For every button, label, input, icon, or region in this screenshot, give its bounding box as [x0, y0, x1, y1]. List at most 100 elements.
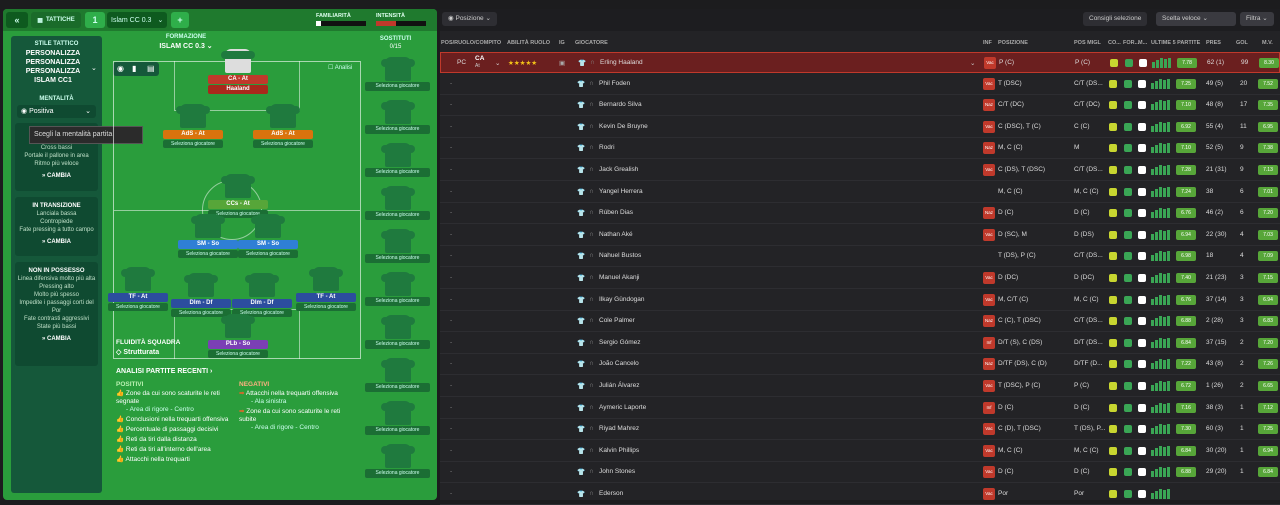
- table-row[interactable]: PC CA At ⌄ ★★★★★ ▣ ⌄ 👕 ∩ Erling Haaland Vac P (C) P …: [440, 52, 1280, 73]
- role-code[interactable]: CA: [475, 55, 484, 62]
- player-name[interactable]: Rúben Dias: [599, 209, 633, 216]
- player-name[interactable]: Phil Foden: [599, 80, 630, 87]
- position-dr[interactable]: TF - At Seleziona giocatore: [296, 267, 356, 311]
- player-name[interactable]: Nathan Aké: [599, 231, 633, 238]
- chevron-down-icon[interactable]: ⌄: [91, 64, 97, 72]
- player-name[interactable]: Manuel Akanji: [599, 274, 639, 281]
- sub-slot[interactable]: Seleziona giocatore: [365, 315, 430, 349]
- table-row[interactable]: - 👕 ∩ Riyad Mahrez Vac C (D), T (DSC) T (DS), …: [440, 419, 1280, 441]
- filter-button[interactable]: Filtra ⌄: [1240, 12, 1274, 26]
- select-player[interactable]: Seleziona giocatore: [163, 140, 223, 148]
- sub-slot[interactable]: Seleziona giocatore: [365, 272, 430, 306]
- sub-slot[interactable]: Seleziona giocatore: [365, 229, 430, 263]
- table-row[interactable]: - 👕 ∩ Cole Palmer Naz C (C), T (DSC) C/T (DS..…: [440, 311, 1280, 333]
- select-player[interactable]: Seleziona giocatore: [365, 469, 430, 478]
- tactic-number[interactable]: 1: [85, 12, 105, 28]
- position-dcr[interactable]: Dlm - Df Seleziona giocatore: [232, 273, 292, 317]
- select-player[interactable]: Seleziona giocatore: [238, 250, 298, 258]
- sub-slot[interactable]: Seleziona giocatore: [365, 186, 430, 220]
- position-st[interactable]: CA - At Haaland: [208, 49, 268, 94]
- sub-slot[interactable]: Seleziona giocatore: [365, 401, 430, 435]
- info-icon[interactable]: ▣: [559, 59, 565, 67]
- col-header[interactable]: M...: [1138, 40, 1147, 46]
- chevron-down-icon[interactable]: ⌄: [970, 59, 975, 67]
- add-tactic-button[interactable]: +: [171, 12, 189, 28]
- select-player[interactable]: Seleziona giocatore: [365, 211, 430, 220]
- select-player[interactable]: Seleziona giocatore: [365, 383, 430, 392]
- table-row[interactable]: - 👕 ∩ Nahuel Bustos T (DS), P (C) C/T (DS... 6…: [440, 246, 1280, 268]
- col-header[interactable]: M.V.: [1262, 40, 1273, 46]
- sub-slot[interactable]: Seleziona giocatore: [365, 143, 430, 177]
- style-value[interactable]: PERSONALIZZA PERSONALIZZA PERSONALIZZA I…: [19, 49, 87, 85]
- col-header[interactable]: IG: [559, 40, 565, 46]
- table-row[interactable]: - 👕 ∩ Ederson Vac Por Por: [440, 484, 1280, 505]
- select-player[interactable]: Seleziona giocatore: [208, 350, 268, 358]
- col-header[interactable]: POSIZIONE: [998, 40, 1028, 46]
- player-name[interactable]: Jack Grealish: [599, 166, 638, 173]
- table-row[interactable]: - 👕 ∩ João Cancelo Naz D/TF (DS), C (D) D/TF (…: [440, 354, 1280, 376]
- sub-slot[interactable]: Seleziona giocatore: [365, 444, 430, 478]
- table-row[interactable]: - 👕 ∩ Aymeric Laporte Inf D (C) D (C) 7.16 38 (3…: [440, 398, 1280, 419]
- mentality-select[interactable]: ◉ Positiva ⌄: [17, 105, 96, 118]
- sub-slot[interactable]: Seleziona giocatore: [365, 100, 430, 134]
- role-label[interactable]: AdS - At: [253, 130, 313, 139]
- change-transition-button[interactable]: » CAMBIA: [15, 238, 98, 246]
- change-possession-button[interactable]: » CAMBIA: [15, 172, 98, 180]
- position-mr[interactable]: SM - So Seleziona giocatore: [238, 214, 298, 258]
- col-header[interactable]: POS/RUOLO/COMPITO: [441, 40, 501, 46]
- position-aml[interactable]: AdS - At Seleziona giocatore: [163, 104, 223, 148]
- role-label[interactable]: SM - So: [238, 240, 298, 249]
- col-header[interactable]: GOL: [1236, 40, 1248, 46]
- role-label[interactable]: SM - So: [178, 240, 238, 249]
- player-name[interactable]: Aymeric Laporte: [599, 404, 646, 411]
- player-name[interactable]: João Cancelo: [599, 360, 639, 367]
- table-row[interactable]: - 👕 ∩ Rodri Naz M, C (C) M 7.10 52 (5) 9 7.38: [440, 138, 1280, 160]
- table-row[interactable]: - 👕 ∩ Phil Foden Vac T (DSC) C/T (DS... 7.25 49 …: [440, 74, 1280, 95]
- table-row[interactable]: - 👕 ∩ Yangel Herrera M, C (C) M, C (C) 7.24 38 6…: [440, 182, 1280, 203]
- position-cm[interactable]: CCs - At Seleziona giocatore: [208, 174, 268, 218]
- tab-tactics[interactable]: ▦ TATTICHE: [31, 12, 81, 28]
- player-name[interactable]: Sergio Gómez: [599, 339, 641, 346]
- table-row[interactable]: - 👕 ∩ Kalvin Phillips Vac M, C (C) M, C (C) 6.8…: [440, 441, 1280, 462]
- player-name[interactable]: Bernardo Silva: [599, 101, 642, 108]
- player-name[interactable]: John Stones: [599, 468, 635, 475]
- select-player[interactable]: Seleziona giocatore: [178, 250, 238, 258]
- col-header[interactable]: FOR...: [1123, 40, 1139, 46]
- select-player[interactable]: Seleziona giocatore: [365, 297, 430, 306]
- position-gk[interactable]: PLb - So Seleziona giocatore: [208, 314, 268, 358]
- role-label[interactable]: Dlm - Df: [171, 299, 231, 308]
- tactic-select[interactable]: Islam CC 0.3 ⌄: [107, 12, 167, 28]
- role-label[interactable]: TF - At: [108, 293, 168, 302]
- table-row[interactable]: - 👕 ∩ Sergio Gómez Inf D/T (S), C (DS) D/T (DS…: [440, 333, 1280, 354]
- select-player[interactable]: Seleziona giocatore: [365, 168, 430, 177]
- view-dropdown[interactable]: ◉ Posizione ⌄: [442, 12, 497, 26]
- select-player[interactable]: Seleziona giocatore: [365, 82, 430, 91]
- col-header[interactable]: CO...: [1108, 40, 1121, 46]
- table-row[interactable]: - 👕 ∩ Julián Álvarez Vac T (DSC), P (C) P (C) 6…: [440, 376, 1280, 397]
- collapse-button[interactable]: «: [6, 12, 28, 28]
- select-player[interactable]: Seleziona giocatore: [365, 426, 430, 435]
- table-row[interactable]: - 👕 ∩ Nathan Aké Vac D (SC), M D (DS) 6.94 22 (3…: [440, 225, 1280, 246]
- role-label[interactable]: TF - At: [296, 293, 356, 302]
- select-player[interactable]: Seleziona giocatore: [253, 140, 313, 148]
- player-name[interactable]: Rodri: [599, 144, 615, 151]
- col-header[interactable]: ULTIME 5 PARTITE: [1151, 40, 1200, 46]
- col-header[interactable]: INF: [983, 40, 992, 46]
- sub-slot[interactable]: Seleziona giocatore: [365, 358, 430, 392]
- col-header[interactable]: ABILITÀ RUOLO: [507, 40, 550, 46]
- table-row[interactable]: - 👕 ∩ Bernardo Silva Naz C/T (DC) C/T (DC) 7.10…: [440, 95, 1280, 117]
- player-name[interactable]: Haaland: [208, 85, 268, 94]
- col-header[interactable]: PRES: [1206, 40, 1221, 46]
- table-row[interactable]: - 👕 ∩ Kevin De Bruyne Vac C (DSC), T (C) C (C)…: [440, 117, 1280, 138]
- select-player[interactable]: Seleziona giocatore: [365, 340, 430, 349]
- duty-code[interactable]: At: [475, 63, 480, 69]
- select-player[interactable]: Seleziona giocatore: [365, 254, 430, 263]
- col-header[interactable]: POS MIGL: [1074, 40, 1101, 46]
- position-ml[interactable]: SM - So Seleziona giocatore: [178, 214, 238, 258]
- player-name[interactable]: Ilkay Gündogan: [599, 296, 645, 303]
- role-label[interactable]: CCs - At: [208, 200, 268, 209]
- chevron-down-icon[interactable]: ⌄: [495, 59, 500, 67]
- table-row[interactable]: - 👕 ∩ Rúben Dias Naz D (C) D (C) 6.76 46 (2) 6 7.2…: [440, 203, 1280, 225]
- player-name[interactable]: Cole Palmer: [599, 317, 635, 324]
- position-dcl[interactable]: Dlm - Df Seleziona giocatore: [171, 273, 231, 317]
